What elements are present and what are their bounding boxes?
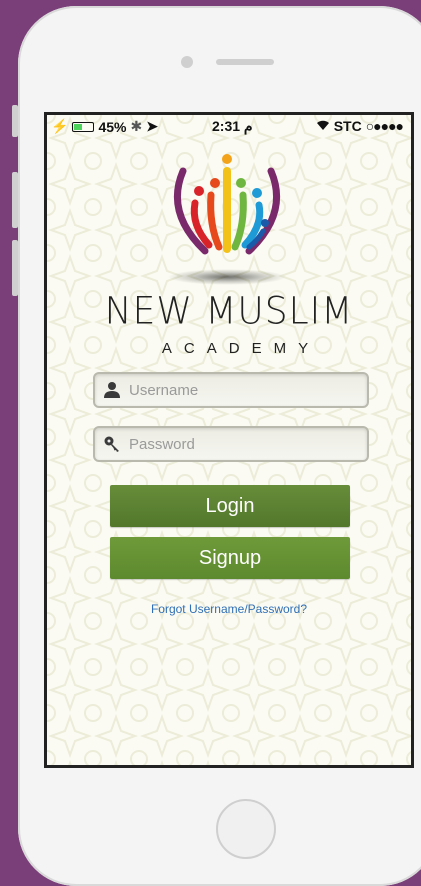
status-bar: ⚡ 45% ✱ ➤ م 2:31 STC ○●●●● — [47, 115, 411, 137]
login-button[interactable]: Login — [110, 485, 350, 527]
username-input[interactable] — [129, 381, 349, 399]
location-icon: ➤ — [146, 118, 158, 134]
password-field[interactable] — [93, 426, 369, 462]
front-camera — [181, 56, 193, 68]
bluetooth-icon: ✱ — [130, 118, 143, 134]
password-input[interactable] — [129, 435, 349, 453]
logo-shadow — [167, 269, 287, 285]
charging-icon: ⚡ — [51, 118, 69, 134]
signup-button[interactable]: Signup — [110, 537, 350, 579]
status-time: م 2:31 — [212, 118, 253, 134]
brand-subtitle: ACADEMY — [161, 340, 321, 357]
people-circle-logo-icon — [173, 154, 281, 255]
wifi-icon — [316, 118, 330, 134]
username-field[interactable] — [93, 372, 369, 408]
earpiece-speaker — [216, 59, 274, 65]
user-icon — [95, 381, 129, 399]
battery-percent: 45% — [98, 118, 127, 135]
key-icon — [95, 435, 129, 453]
battery-icon — [72, 121, 95, 132]
signal-dots-icon: ○●●●● — [365, 118, 404, 134]
app-screen: ⚡ 45% ✱ ➤ م 2:31 STC ○●●●● NEW MUSLIM AC… — [44, 112, 414, 768]
forgot-credentials-link[interactable]: Forgot Username/Password? — [47, 602, 411, 616]
home-button[interactable] — [216, 799, 276, 859]
carrier-name: STC — [333, 118, 362, 134]
brand-title: NEW MUSLIM — [104, 289, 354, 334]
